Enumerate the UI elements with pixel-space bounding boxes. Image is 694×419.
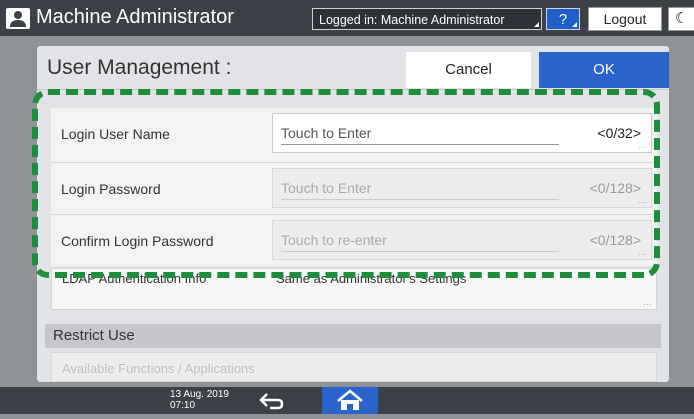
more-dots-icon: … xyxy=(638,195,647,205)
character-counter: <0/128> xyxy=(589,232,641,248)
divider xyxy=(37,89,669,90)
field-placeholder: Touch to Enter xyxy=(281,180,372,196)
ldap-value: Same as Administrator's Settings xyxy=(276,271,467,286)
logged-in-status[interactable]: Logged in: Machine Administrator xyxy=(312,8,542,30)
user-icon xyxy=(6,8,30,29)
help-label: ? xyxy=(558,11,568,28)
date-time: 13 Aug. 2019 07:10 xyxy=(170,389,229,411)
user-management-dialog: User Management : Cancel OK Login User N… xyxy=(37,46,669,382)
login-user-name-row: Login User Name Touch to Enter <0/32> … xyxy=(51,108,657,160)
back-arrow-icon[interactable] xyxy=(256,389,284,412)
corner-indicator-icon xyxy=(534,22,539,27)
page-title: User Management : xyxy=(47,56,232,79)
available-functions-label: Available Functions / Applications xyxy=(62,361,255,376)
underline xyxy=(281,251,559,252)
home-button[interactable] xyxy=(322,387,378,414)
character-counter: <0/32> xyxy=(597,125,641,141)
cancel-button[interactable]: Cancel xyxy=(406,52,531,88)
ldap-authentication-row[interactable]: LDAP Authentication Info Same as Adminis… xyxy=(51,268,657,310)
field-label: Login Password xyxy=(61,181,161,197)
ldap-label: LDAP Authentication Info xyxy=(62,271,207,286)
help-button[interactable]: ? xyxy=(546,8,580,30)
field-placeholder: Touch to re-enter xyxy=(281,232,387,248)
moon-icon[interactable]: ☾ xyxy=(668,7,694,31)
confirm-login-password-input[interactable]: Touch to re-enter <0/128> … xyxy=(272,220,652,260)
confirm-login-password-row: Confirm Login Password Touch to re-enter… xyxy=(51,214,657,266)
home-icon xyxy=(337,389,363,410)
field-label: Confirm Login Password xyxy=(61,233,214,249)
login-password-row: Login Password Touch to Enter <0/128> … xyxy=(51,162,657,214)
more-dots-icon: … xyxy=(638,140,647,150)
corner-indicator-icon xyxy=(572,22,577,27)
logged-in-text: Logged in: Machine Administrator xyxy=(319,13,505,27)
login-field-group: Login User Name Touch to Enter <0/32> … … xyxy=(51,108,657,266)
underline xyxy=(281,199,559,200)
field-label: Login User Name xyxy=(61,126,170,142)
field-placeholder: Touch to Enter xyxy=(281,125,372,141)
date-text: 13 Aug. 2019 xyxy=(170,389,229,400)
underline xyxy=(281,144,559,145)
section-header-restrict-use: Restrict Use xyxy=(45,324,661,348)
bottom-bar: 13 Aug. 2019 07:10 xyxy=(0,387,694,414)
section-title: Restrict Use xyxy=(53,327,135,344)
login-user-name-input[interactable]: Touch to Enter <0/32> … xyxy=(272,113,652,153)
login-password-input[interactable]: Touch to Enter <0/128> … xyxy=(272,168,652,208)
ok-button[interactable]: OK xyxy=(539,52,669,88)
more-dots-icon: … xyxy=(638,247,647,257)
top-bar: Machine Administrator Logged in: Machine… xyxy=(0,0,694,36)
available-functions-row[interactable]: Available Functions / Applications xyxy=(51,352,657,382)
logout-button[interactable]: Logout xyxy=(588,7,662,31)
character-counter: <0/128> xyxy=(589,180,641,196)
app-title: Machine Administrator xyxy=(36,6,234,28)
more-dots-icon: … xyxy=(643,297,652,307)
time-text: 07:10 xyxy=(170,400,196,411)
